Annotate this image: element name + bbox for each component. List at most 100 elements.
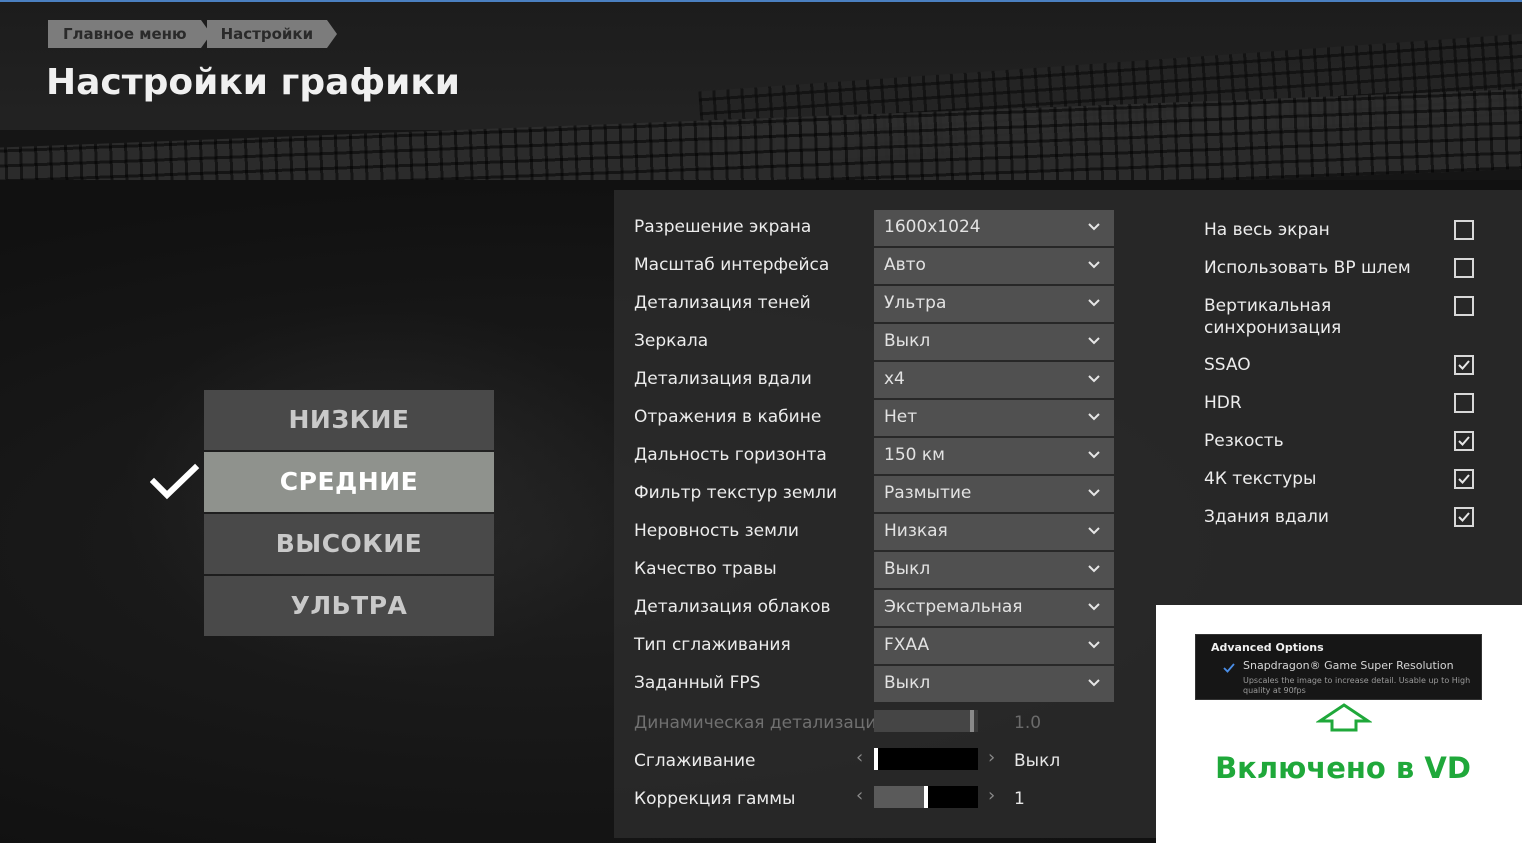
check-icon (1458, 360, 1470, 370)
setting-label: Детализация вдали (634, 369, 812, 389)
chevron-down-icon (1088, 603, 1100, 611)
setting-label: Детализация теней (634, 293, 811, 313)
toggle-checkbox[interactable] (1454, 220, 1474, 240)
advanced-options-callout: Advanced Options Snapdragon® Game Super … (1156, 605, 1522, 843)
chevron-down-icon (1088, 299, 1100, 307)
gamma-row: Коррекция гаммы ‹ › 1 (634, 782, 1114, 816)
check-icon (1458, 512, 1470, 522)
vd-caption: Включено в VD (1215, 751, 1471, 785)
setting-value: Ультра (884, 293, 947, 313)
chevron-down-icon (1088, 413, 1100, 421)
toggle-label: Использовать ВР шлем (1204, 258, 1411, 278)
toggle-label: Вертикальная синхронизация (1204, 296, 1342, 338)
setting-row: Дальность горизонта 150 км (634, 438, 1114, 474)
setting-row: Заданный FPS Выкл (634, 666, 1114, 702)
setting-label: Масштаб интерфейса (634, 255, 830, 275)
antialiasing-label: Сглаживание (634, 751, 756, 771)
setting-dropdown[interactable]: Размытие (874, 476, 1114, 512)
dynamic-detail-row: Динамическая детализация 1.0 (634, 706, 1114, 740)
breadcrumb-settings[interactable]: Настройки (206, 20, 337, 48)
antialiasing-value: Выкл (1014, 751, 1061, 771)
selected-check-icon (150, 463, 200, 500)
toggle-checkbox[interactable] (1454, 296, 1474, 316)
setting-label: Качество травы (634, 559, 777, 579)
setting-value: FXAA (884, 635, 930, 655)
antialiasing-right-arrow-icon[interactable]: › (988, 747, 995, 768)
setting-dropdown[interactable]: Низкая (874, 514, 1114, 550)
dynamic-detail-slider (874, 710, 978, 732)
setting-dropdown[interactable]: Выкл (874, 666, 1114, 702)
toggle-label: Резкость (1204, 431, 1284, 451)
preset-list: НИЗКИЕ СРЕДНИЕ ВЫСОКИЕ УЛЬТРА (204, 390, 494, 638)
setting-row: Фильтр текстур земли Размытие (634, 476, 1114, 512)
setting-dropdown[interactable]: Ультра (874, 286, 1114, 322)
setting-dropdown[interactable]: 1600x1024 (874, 210, 1114, 246)
gamma-left-arrow-icon[interactable]: ‹ (856, 785, 863, 806)
chevron-down-icon (1088, 641, 1100, 649)
check-icon (1458, 436, 1470, 446)
setting-row: Масштаб интерфейса Авто (634, 248, 1114, 284)
gamma-right-arrow-icon[interactable]: › (988, 785, 995, 806)
setting-label: Детализация облаков (634, 597, 831, 617)
setting-label: Фильтр текстур земли (634, 483, 838, 503)
dynamic-detail-label: Динамическая детализация (634, 713, 887, 733)
chevron-down-icon (1088, 375, 1100, 383)
chevron-down-icon (1088, 565, 1100, 573)
setting-value: Выкл (884, 331, 931, 351)
setting-value: Экстремальная (884, 597, 1023, 617)
setting-dropdown[interactable]: Нет (874, 400, 1114, 436)
gamma-value: 1 (1014, 789, 1025, 809)
setting-row: Зеркала Выкл (634, 324, 1114, 360)
breadcrumb-main-menu[interactable]: Главное меню (48, 20, 211, 48)
preset-low-button[interactable]: НИЗКИЕ (204, 390, 494, 450)
antialiasing-slider[interactable] (874, 748, 978, 770)
setting-value: Нет (884, 407, 918, 427)
preset-ultra-button[interactable]: УЛЬТРА (204, 576, 494, 636)
dynamic-detail-value: 1.0 (1014, 713, 1042, 733)
check-icon (1458, 474, 1470, 484)
setting-dropdown[interactable]: Выкл (874, 324, 1114, 360)
setting-value: Низкая (884, 521, 948, 541)
setting-row: Качество травы Выкл (634, 552, 1114, 588)
setting-value: 150 км (884, 445, 945, 465)
toggle-checkbox[interactable] (1454, 431, 1474, 451)
toggle-checkbox[interactable] (1454, 393, 1474, 413)
setting-label: Дальность горизонта (634, 445, 827, 465)
setting-label: Разрешение экрана (634, 217, 812, 237)
chevron-down-icon (1088, 679, 1100, 687)
preset-medium-button[interactable]: СРЕДНИЕ (204, 452, 494, 512)
setting-row: Детализация облаков Экстремальная (634, 590, 1114, 626)
setting-dropdown[interactable]: Авто (874, 248, 1114, 284)
toggle-label: SSAO (1204, 355, 1251, 375)
chevron-down-icon (1088, 337, 1100, 345)
toggle-checkbox[interactable] (1454, 507, 1474, 527)
setting-label: Зеркала (634, 331, 709, 351)
toggle-checkbox[interactable] (1454, 258, 1474, 278)
setting-label: Тип сглаживания (634, 635, 791, 655)
setting-label: Отражения в кабине (634, 407, 822, 427)
setting-value: Авто (884, 255, 926, 275)
setting-row: Тип сглаживания FXAA (634, 628, 1114, 664)
preset-high-button[interactable]: ВЫСОКИЕ (204, 514, 494, 574)
setting-dropdown[interactable]: Выкл (874, 552, 1114, 588)
advanced-options-screenshot: Advanced Options Snapdragon® Game Super … (1195, 634, 1482, 700)
toggle-checkbox[interactable] (1454, 469, 1474, 489)
setting-value: 1600x1024 (884, 217, 981, 237)
toggle-label: 4К текстуры (1204, 469, 1317, 489)
chevron-down-icon (1088, 223, 1100, 231)
super-resolution-description: Upscales the image to increase detail. U… (1243, 676, 1471, 695)
antialiasing-row: Сглаживание ‹ › Выкл (634, 744, 1114, 778)
setting-dropdown[interactable]: 150 км (874, 438, 1114, 474)
setting-row: Неровность земли Низкая (634, 514, 1114, 550)
chevron-down-icon (1088, 451, 1100, 459)
setting-dropdown[interactable]: x4 (874, 362, 1114, 398)
setting-dropdown[interactable]: FXAA (874, 628, 1114, 664)
gamma-label: Коррекция гаммы (634, 789, 796, 809)
toggle-checkbox[interactable] (1454, 355, 1474, 375)
antialiasing-left-arrow-icon[interactable]: ‹ (856, 747, 863, 768)
setting-value: Выкл (884, 559, 931, 579)
setting-row: Разрешение экрана 1600x1024 (634, 210, 1114, 246)
up-arrow-icon (1316, 703, 1372, 732)
setting-dropdown[interactable]: Экстремальная (874, 590, 1114, 626)
gamma-slider[interactable] (874, 786, 978, 808)
